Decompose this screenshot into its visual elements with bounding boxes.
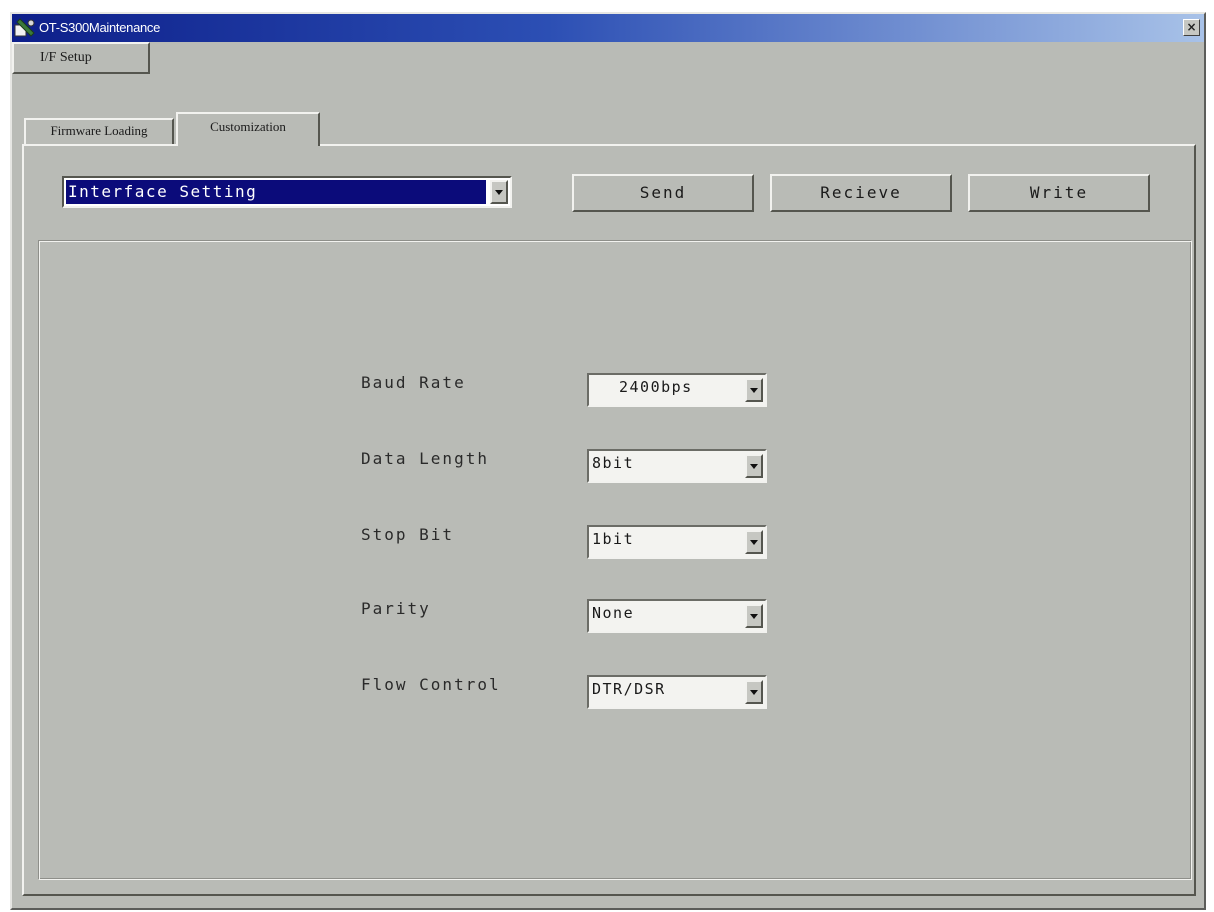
chevron-down-icon[interactable] — [745, 378, 763, 402]
baud-rate-select[interactable]: 2400bps — [587, 373, 767, 407]
flow-control-value: DTR/DSR — [592, 680, 666, 698]
customization-panel: Interface Setting Send Recieve Write Bau… — [22, 144, 1196, 896]
title-bar[interactable]: OT-S300Maintenance × — [12, 14, 1204, 42]
baud-rate-label: Baud Rate — [361, 373, 466, 392]
stop-bit-select[interactable]: 1bit — [587, 525, 767, 559]
flow-control-label: Flow Control — [361, 675, 501, 694]
close-icon: × — [1186, 20, 1197, 34]
if-setup-button[interactable]: I/F Setup — [12, 42, 150, 74]
parity-select[interactable]: None — [587, 599, 767, 633]
flow-control-select[interactable]: DTR/DSR — [587, 675, 767, 709]
data-length-select[interactable]: 8bit — [587, 449, 767, 483]
parity-label: Parity — [361, 599, 431, 618]
category-selected-value: Interface Setting — [66, 180, 486, 204]
chevron-down-icon[interactable] — [745, 604, 763, 628]
chevron-down-icon[interactable] — [490, 180, 508, 204]
window-title: OT-S300Maintenance — [39, 20, 161, 35]
tab-customization[interactable]: Customization — [176, 112, 320, 146]
settings-group: Baud Rate 2400bps Data Length 8bit Stop … — [38, 240, 1192, 880]
data-length-value: 8bit — [592, 454, 635, 472]
parity-value: None — [592, 604, 635, 622]
recieve-button[interactable]: Recieve — [770, 174, 952, 212]
chevron-down-icon[interactable] — [745, 530, 763, 554]
tab-firmware-loading[interactable]: Firmware Loading — [24, 118, 174, 144]
baud-rate-value: 2400bps — [619, 378, 693, 396]
maintenance-window: OT-S300Maintenance × I/F Setup Firmware … — [10, 12, 1206, 910]
stop-bit-label: Stop Bit — [361, 525, 455, 544]
close-button[interactable]: × — [1183, 19, 1200, 36]
chevron-down-icon[interactable] — [745, 680, 763, 704]
send-button[interactable]: Send — [572, 174, 754, 212]
data-length-label: Data Length — [361, 449, 489, 468]
category-dropdown[interactable]: Interface Setting — [62, 176, 512, 208]
app-icon — [14, 18, 35, 37]
write-button[interactable]: Write — [968, 174, 1150, 212]
chevron-down-icon[interactable] — [745, 454, 763, 478]
stop-bit-value: 1bit — [592, 530, 635, 548]
